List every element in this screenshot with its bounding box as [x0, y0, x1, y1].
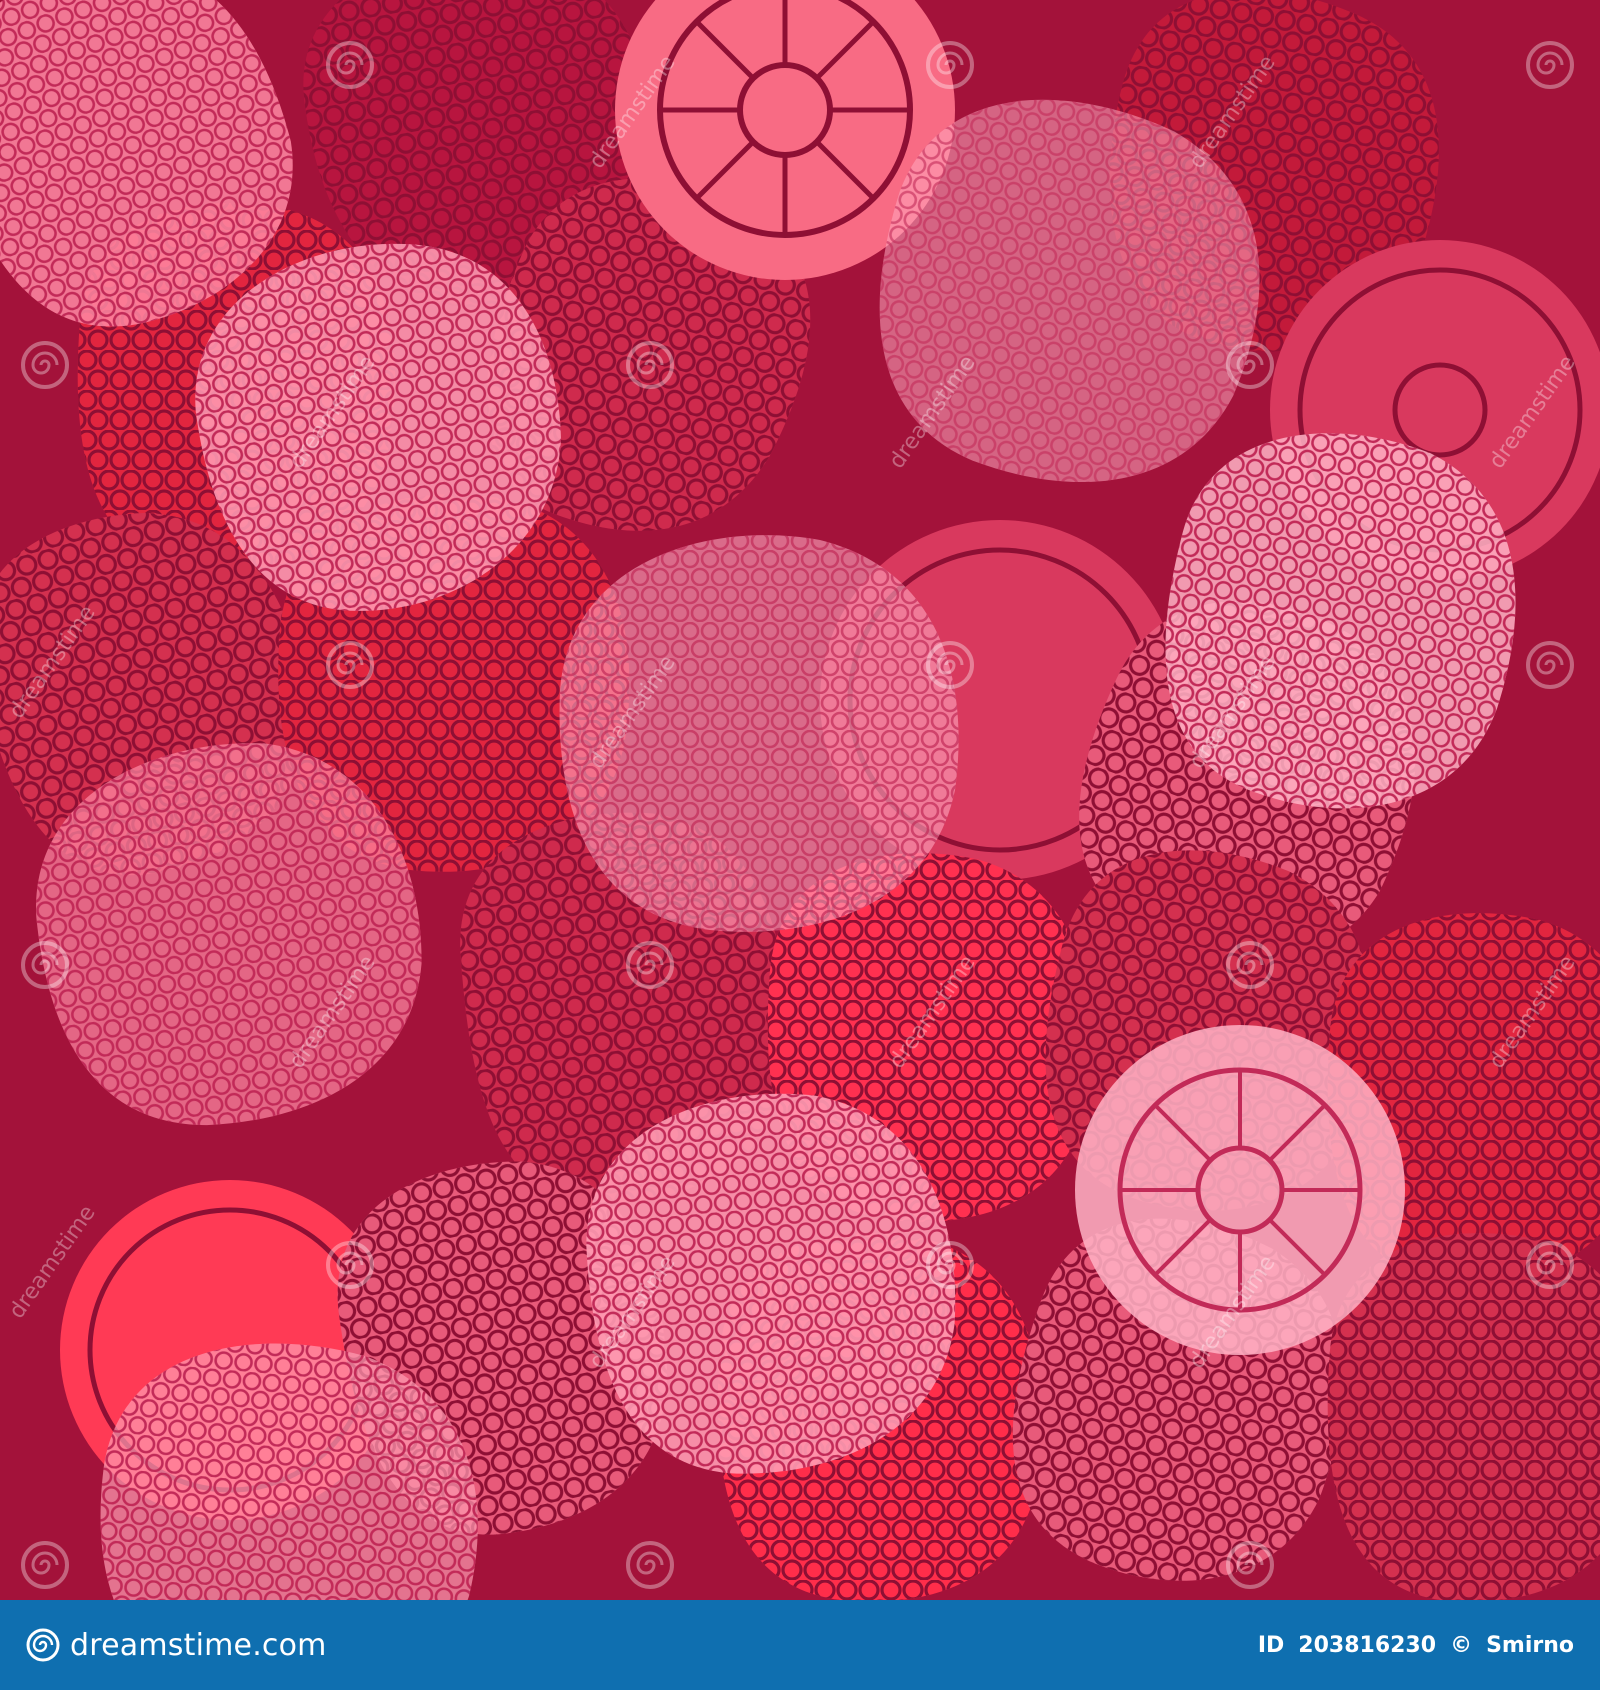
brand-name: dreamstime.com — [70, 1627, 327, 1663]
raspberry-pattern: dreamstime dreamstime dreamstime dreamst… — [0, 0, 1600, 1600]
copyright-symbol: © — [1450, 1632, 1473, 1658]
stock-image: dreamstime dreamstime dreamstime dreamst… — [0, 0, 1600, 1690]
image-credits: ID 203816230 © Smirno — [1258, 1633, 1574, 1658]
spiral-icon — [26, 1628, 60, 1662]
credit-bar: dreamstime.com ID 203816230 © Smirno — [0, 1600, 1600, 1690]
image-id: 203816230 — [1298, 1632, 1437, 1658]
id-label: ID — [1257, 1632, 1285, 1658]
brand-logo[interactable]: dreamstime.com — [26, 1628, 327, 1663]
author-name[interactable]: Smirno — [1486, 1633, 1574, 1658]
